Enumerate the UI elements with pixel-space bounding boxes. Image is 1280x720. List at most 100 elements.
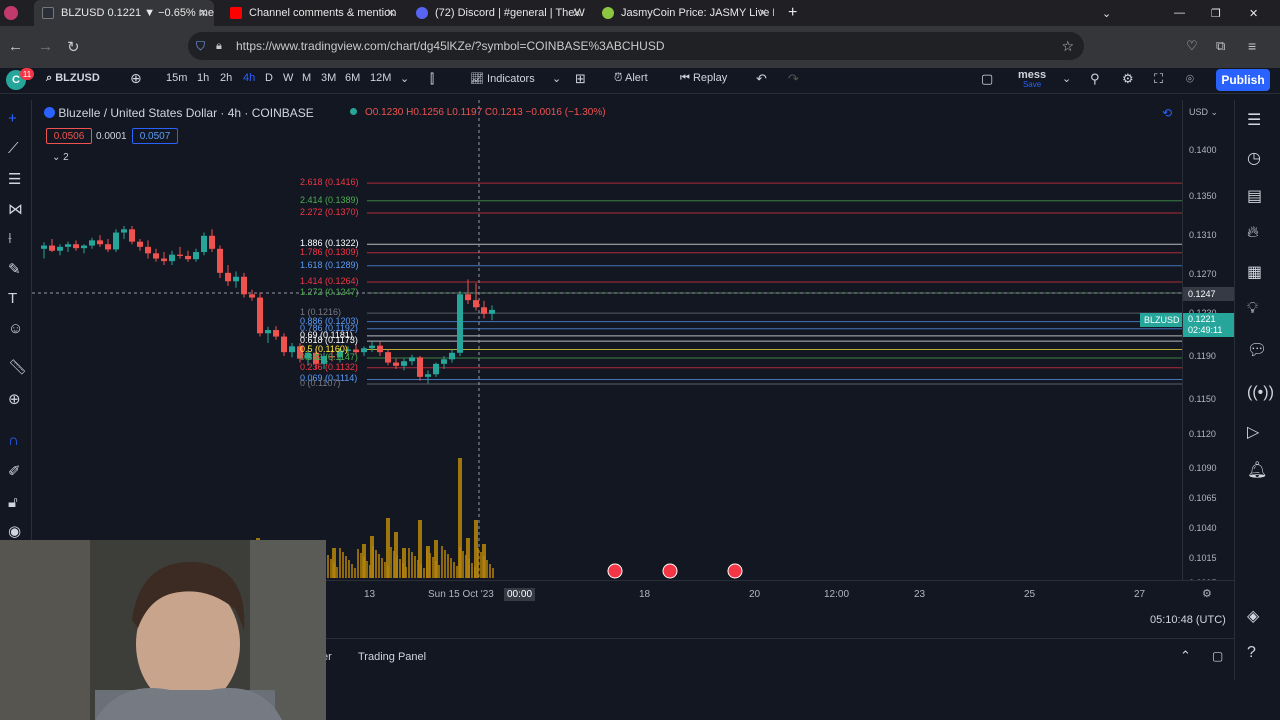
indicators-collapse-toggle[interactable]: ⌄ 2: [52, 152, 69, 163]
fib-level-label: 1.786 (0.1309): [300, 246, 359, 257]
ideas-icon[interactable]: 💡︎: [1247, 300, 1258, 318]
chart-canvas[interactable]: [32, 100, 1182, 580]
back-icon[interactable]: ←: [8, 38, 23, 55]
url-field[interactable]: ⛉ 🔒︎ https://www.tradingview.com/chart/d…: [188, 32, 1084, 60]
quick-search-icon[interactable]: ⚲: [1090, 71, 1100, 87]
chat-icon[interactable]: 💬︎: [1247, 340, 1267, 360]
fullscreen-icon[interactable]: ⛶: [1154, 71, 1163, 87]
interval-w[interactable]: W: [283, 72, 293, 84]
candle-body: [289, 346, 295, 353]
chevron-down-icon[interactable]: ⌄: [400, 72, 409, 85]
interval-1h[interactable]: 1h: [197, 72, 209, 84]
camera-icon[interactable]: ⌾: [1186, 71, 1194, 87]
alert-button[interactable]: ⏰︎ Alert: [614, 72, 648, 85]
interval-2h[interactable]: 2h: [220, 72, 232, 84]
forward-icon[interactable]: →: [38, 38, 53, 55]
bookmark-star-icon[interactable]: ☆: [1061, 38, 1074, 55]
layout-save-button[interactable]: mess Save: [1018, 70, 1046, 90]
layers-icon[interactable]: ◈: [1247, 606, 1259, 626]
tab-search-icon[interactable]: ⌄: [1102, 0, 1118, 26]
chart-pane[interactable]: Bluzelle / United States Dollar · 4h · C…: [32, 100, 1182, 580]
calendar-icon[interactable]: ▦: [1247, 262, 1262, 282]
candle-body: [153, 253, 159, 259]
notifications-bell-icon[interactable]: 🔔︎: [1247, 460, 1267, 480]
maximize-panel-icon[interactable]: ▢: [1212, 649, 1223, 663]
candle-body: [161, 258, 167, 262]
help-icon[interactable]: ?: [1247, 644, 1256, 662]
hide-drawings-icon[interactable]: ◉: [8, 522, 21, 540]
new-tab-button[interactable]: +: [788, 0, 808, 26]
trendline-icon[interactable]: ⟋: [8, 140, 19, 157]
chevron-down-icon[interactable]: ⌄: [1062, 72, 1071, 85]
data-window-icon[interactable]: ▤: [1247, 186, 1262, 206]
streams-icon[interactable]: ((•)): [1247, 384, 1274, 402]
lock-drawings-icon[interactable]: 🔓︎: [8, 494, 18, 511]
close-tab-icon[interactable]: ✕: [572, 6, 582, 20]
extensions-icon[interactable]: ⧉: [1216, 38, 1225, 54]
measure-icon[interactable]: ⟊: [8, 230, 12, 247]
close-tab-icon[interactable]: ✕: [386, 6, 396, 20]
currency-selector[interactable]: USD ⌄: [1189, 107, 1218, 118]
interval-6m[interactable]: 6M: [345, 72, 360, 84]
interval-3m[interactable]: 3M: [321, 72, 336, 84]
playback-icon[interactable]: ▷: [1247, 422, 1259, 442]
interval-12m[interactable]: 12M: [370, 72, 391, 84]
close-tab-icon[interactable]: ✕: [198, 6, 208, 20]
interval-4h[interactable]: 4h: [243, 72, 255, 84]
browser-profile-icon[interactable]: [4, 6, 18, 20]
chevron-down-icon[interactable]: ⌄: [552, 72, 561, 85]
sync-icon[interactable]: ⟲: [1162, 106, 1172, 120]
text-tool-icon[interactable]: T: [8, 290, 17, 307]
bluzelle-logo-icon: [44, 107, 55, 118]
reload-icon[interactable]: ↻: [67, 38, 80, 56]
fib-tool-icon[interactable]: ☰: [8, 170, 21, 188]
interval-d[interactable]: D: [265, 72, 273, 84]
pattern-icon[interactable]: ⋈: [8, 200, 23, 218]
ruler-icon[interactable]: 📏︎: [8, 358, 27, 376]
sell-button[interactable]: 0.0506: [46, 128, 92, 144]
menu-icon[interactable]: ≡: [1248, 38, 1256, 54]
redo-icon[interactable]: ↷: [788, 71, 799, 87]
interval-15m[interactable]: 15m: [166, 72, 187, 84]
restore-icon[interactable]: ❐: [1211, 0, 1225, 26]
fullscreen-select-icon[interactable]: ▢: [981, 71, 993, 87]
crosshair-icon[interactable]: +: [8, 110, 17, 127]
hotlists-icon[interactable]: 🔥︎: [1247, 224, 1259, 242]
chevron-up-icon[interactable]: ⌃: [1180, 648, 1191, 664]
webcam-video: [0, 540, 326, 720]
publish-button[interactable]: Publish: [1216, 69, 1270, 91]
tab-tradingview[interactable]: BLZUSD 0.1221 ▼ −0.65% mess ✕: [34, 0, 214, 26]
interval-m[interactable]: M: [302, 72, 311, 84]
layout-grid-icon[interactable]: ⊞: [575, 71, 586, 87]
symbol-search-button[interactable]: ⌕ BLZUSD: [46, 72, 100, 85]
close-window-icon[interactable]: ✕: [1249, 0, 1263, 26]
tab-youtube[interactable]: Channel comments & mention ✕: [222, 0, 402, 26]
tab-discord[interactable]: (72) Discord | #general | TheW ✕: [408, 0, 588, 26]
buy-button[interactable]: 0.0507: [132, 128, 178, 144]
indicators-button[interactable]: 📈︎ Indicators: [470, 72, 535, 85]
brush-icon[interactable]: ✎: [8, 260, 21, 278]
settings-gear-icon[interactable]: ⚙: [1122, 71, 1134, 87]
minimize-icon[interactable]: —: [1174, 0, 1188, 26]
time-label: 12:00: [824, 589, 850, 600]
candle-body: [417, 357, 423, 377]
crosshair-price-label: 0.1247: [1183, 287, 1235, 301]
tab-coingecko[interactable]: JasmyCoin Price: JASMY Live Pri ✕: [594, 0, 774, 26]
price-axis[interactable]: USD ⌄ 0.14000.13500.13100.12700.12300.11…: [1182, 100, 1235, 588]
pocket-icon[interactable]: ♡: [1186, 38, 1198, 54]
utc-clock[interactable]: 05:10:48 (UTC): [1150, 614, 1226, 626]
drawing-mode-icon[interactable]: ✐: [8, 462, 21, 480]
zoom-icon[interactable]: ⊕: [8, 390, 21, 408]
replay-button[interactable]: ⏮ Replay: [680, 72, 727, 85]
magnet-icon[interactable]: ∩: [8, 432, 19, 449]
watchlist-icon[interactable]: ☰: [1247, 110, 1261, 130]
close-tab-icon[interactable]: ✕: [758, 6, 768, 20]
axis-settings-icon[interactable]: ⚙: [1202, 587, 1212, 600]
candles-icon[interactable]: ⫿: [430, 71, 434, 87]
undo-icon[interactable]: ↶: [756, 71, 767, 87]
alerts-clock-icon[interactable]: ◷: [1247, 148, 1261, 168]
trading-panel-tab[interactable]: Trading Panel: [358, 651, 426, 663]
compare-symbol-icon[interactable]: ⊕: [130, 70, 142, 87]
symbol-legend[interactable]: Bluzelle / United States Dollar · 4h · C…: [44, 106, 314, 120]
emoji-icon[interactable]: ☺: [8, 320, 23, 337]
